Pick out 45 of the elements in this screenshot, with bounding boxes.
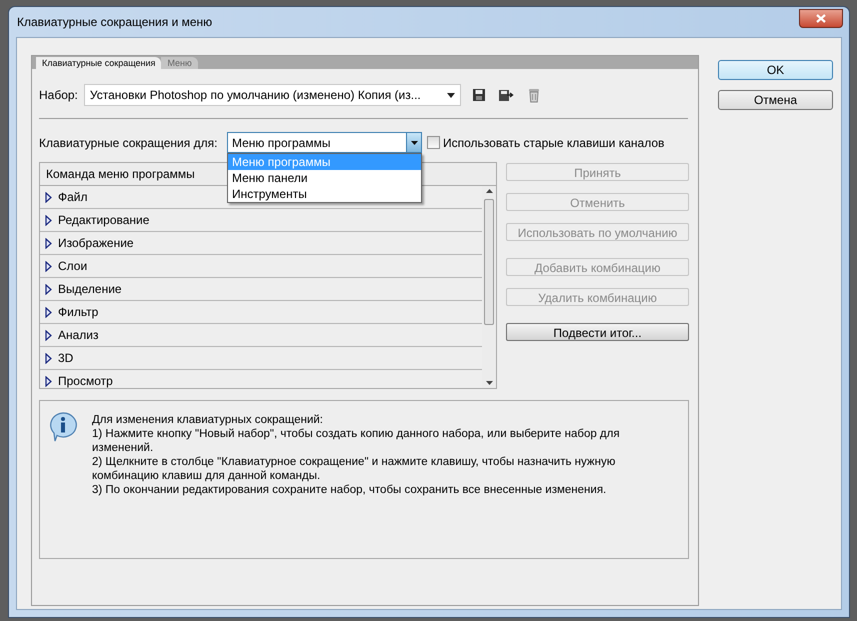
save-icon[interactable] (472, 88, 486, 102)
menu-row-label[interactable]: Фильтр (58, 303, 98, 321)
expand-arrow-icon[interactable] (45, 260, 52, 272)
checkbox[interactable] (427, 136, 440, 149)
info-text: 2) Щелкните в столбце "Клавиатурное сокращение" и нажмите клавишу, чтобы назначить нужную комбинацию клавиш для данной команды. (92, 455, 616, 483)
dropdown-option[interactable]: Инструменты (228, 186, 421, 202)
trash-icon[interactable] (528, 88, 540, 102)
shortcuts-for-label: Клавиатурные сокращения для: (39, 134, 218, 152)
menu-row-label[interactable]: Выделение (58, 280, 122, 298)
close-button[interactable] (799, 8, 843, 28)
ok-button[interactable]: OK (718, 60, 833, 80)
menu-row-label[interactable]: Изображение (58, 234, 134, 252)
cancel-button[interactable]: Отмена (718, 90, 833, 110)
menu-row-label[interactable]: Просмотр (58, 372, 113, 388)
expand-arrow-icon[interactable] (45, 352, 52, 364)
info-text: 3) По окончании редактирования сохраните набор, чтобы сохранить все внесенные изменения. (92, 483, 608, 497)
action-button[interactable]: Подвести итог... (506, 323, 689, 341)
expand-arrow-icon[interactable] (45, 330, 52, 340)
info-text: 1) Нажмите кнопку "Новый набор", чтобы создать копию данного набора, или выберите набор для изменений. (92, 427, 621, 455)
expand-arrow-icon[interactable] (45, 306, 52, 318)
menu-row-label[interactable]: Редактирование (58, 211, 150, 229)
tab[interactable]: Клавиатурные сокращения (36, 57, 162, 69)
close-icon (816, 14, 826, 22)
shortcuts-for-dropdown[interactable]: Меню программы (227, 132, 422, 153)
menu-row-label[interactable]: Анализ (58, 326, 99, 344)
menu-row-label[interactable]: Слои (58, 257, 88, 275)
scroll-down-icon[interactable] (486, 381, 492, 385)
window-title: Клавиатурные сокращения и меню (17, 14, 212, 31)
scroll-up-icon[interactable] (486, 189, 492, 193)
expand-arrow-icon[interactable] (45, 192, 52, 202)
info-text: Для изменения клавиатурных сокращений: (92, 413, 324, 427)
info-icon (48, 411, 78, 443)
menu-row-label[interactable]: Файл (58, 188, 88, 206)
set-dropdown[interactable]: Установки Photoshop по умолчанию (изменено) Копия (из... (84, 84, 461, 106)
save-as-icon[interactable] (498, 88, 514, 102)
dropdown-option[interactable]: Меню панели (228, 170, 421, 186)
expand-arrow-icon[interactable] (45, 376, 52, 386)
caret-icon (446, 92, 455, 98)
expand-arrow-icon[interactable] (45, 214, 52, 226)
set-label: Набор: (39, 87, 78, 104)
scrollbar[interactable] (482, 186, 496, 388)
menu-row-label[interactable]: 3D (58, 349, 74, 367)
checkbox-label: Использовать старые клавиши каналов (443, 134, 664, 152)
expand-arrow-icon[interactable] (45, 284, 52, 294)
expand-arrow-icon[interactable] (45, 238, 52, 248)
